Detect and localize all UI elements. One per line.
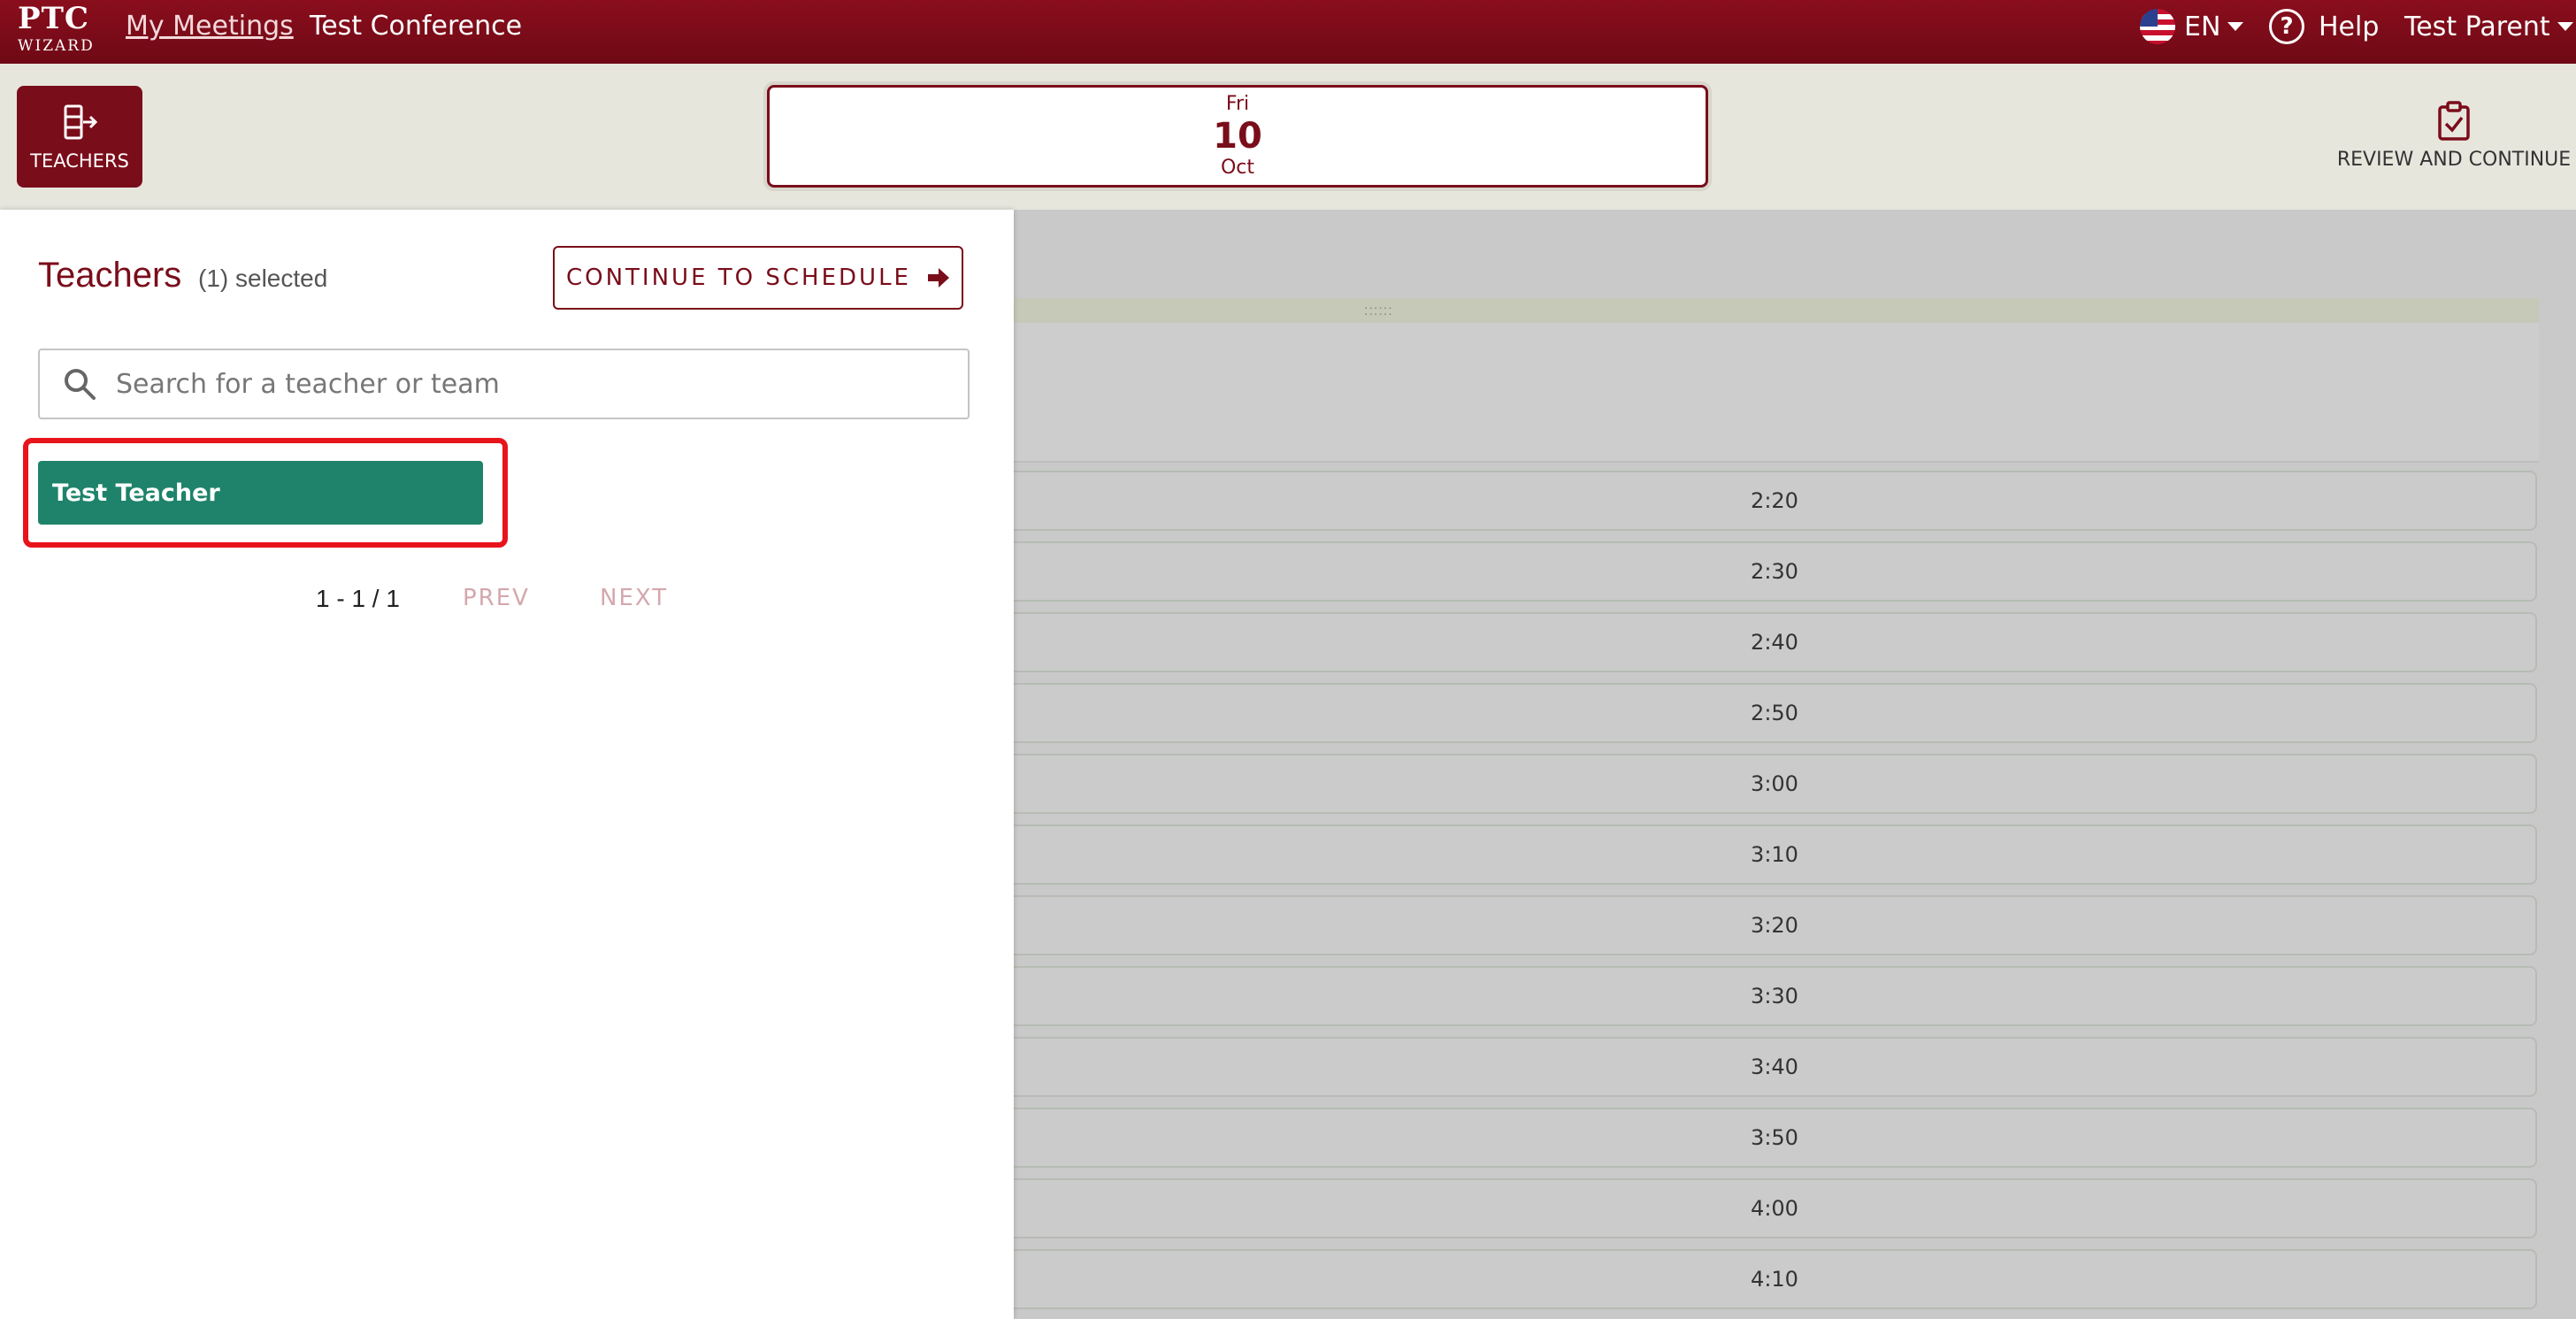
time-slot[interactable]: 2:20: [1014, 471, 2537, 531]
selected-count: (1) selected: [198, 265, 328, 292]
conference-title: Test Conference: [310, 11, 523, 42]
time-slot[interactable]: 4:00: [1014, 1178, 2537, 1238]
time-slot[interactable]: 2:40: [1014, 612, 2537, 672]
question-circle-icon: ?: [2269, 9, 2304, 44]
teacher-name: Test Teacher: [52, 479, 220, 507]
continue-label: CONTINUE TO SCHEDULE: [565, 265, 911, 291]
language-label: EN: [2184, 11, 2221, 42]
help-link[interactable]: ? Help: [2269, 7, 2379, 46]
toolbar: TEACHERS Fri 10 Oct REVIEW AND CONTINUE: [0, 64, 2576, 210]
schedule-column-header[interactable]: ::::::: [1014, 298, 2539, 324]
teachers-panel: Teachers (1) selected CONTINUE TO SCHEDU…: [0, 210, 1014, 1319]
clipboard-check-icon: [2438, 101, 2470, 141]
door-exit-icon: [64, 104, 98, 139]
language-dropdown[interactable]: EN: [2140, 7, 2244, 46]
schedule-header-area: [1014, 323, 2539, 463]
teacher-item[interactable]: Test Teacher: [38, 461, 483, 525]
time-slot[interactable]: 4:10: [1014, 1249, 2537, 1309]
help-label: Help: [2319, 11, 2380, 42]
time-slot[interactable]: 3:50: [1014, 1108, 2537, 1168]
teachers-button[interactable]: TEACHERS: [17, 86, 142, 188]
logo-subtext: WIZARD: [18, 37, 95, 55]
pagination-range: 1 - 1 / 1: [316, 585, 400, 612]
arrow-right-icon: [928, 268, 949, 288]
search-input[interactable]: [114, 367, 914, 401]
panel-title: Teachers: [38, 256, 182, 295]
ptc-wizard-logo[interactable]: PTC WIZARD: [16, 4, 101, 57]
user-name: Test Parent: [2404, 11, 2550, 42]
date-day-of-week: Fri: [1225, 93, 1250, 115]
teacher-search[interactable]: [38, 349, 970, 419]
date-selector[interactable]: Fri 10 Oct: [767, 85, 1708, 188]
chevron-down-icon: [2557, 22, 2573, 31]
logo-mark: PTC: [18, 1, 89, 36]
drag-handle-icon[interactable]: ::::::: [1364, 303, 1393, 319]
schedule-grid: :::::: 2:202:302:402:503:003:103:203:303…: [1014, 210, 2576, 1319]
continue-to-schedule-button[interactable]: CONTINUE TO SCHEDULE: [553, 246, 963, 310]
search-icon: [65, 369, 96, 400]
us-flag-icon: [2140, 9, 2175, 44]
review-and-continue-button[interactable]: REVIEW AND CONTINUE: [2335, 101, 2572, 180]
time-slot[interactable]: 2:30: [1014, 541, 2537, 602]
user-menu[interactable]: Test Parent: [2404, 7, 2573, 46]
review-label: REVIEW AND CONTINUE: [2336, 149, 2572, 171]
time-slot[interactable]: 3:30: [1014, 966, 2537, 1026]
my-meetings-link[interactable]: My Meetings: [126, 11, 294, 42]
time-slot[interactable]: 3:10: [1014, 824, 2537, 885]
date-month: Oct: [1220, 157, 1255, 179]
time-slot[interactable]: 2:50: [1014, 683, 2537, 743]
top-nav-bar: PTC WIZARD My Meetings Test Conference E…: [0, 0, 2576, 64]
chevron-down-icon: [2227, 22, 2244, 31]
next-page-button[interactable]: NEXT: [600, 585, 668, 611]
time-slot[interactable]: 3:20: [1014, 895, 2537, 955]
time-slot[interactable]: 3:40: [1014, 1037, 2537, 1097]
teachers-button-label: TEACHERS: [30, 150, 129, 172]
date-day: 10: [1213, 116, 1262, 157]
time-slot[interactable]: 3:00: [1014, 754, 2537, 814]
prev-page-button[interactable]: PREV: [463, 585, 530, 611]
